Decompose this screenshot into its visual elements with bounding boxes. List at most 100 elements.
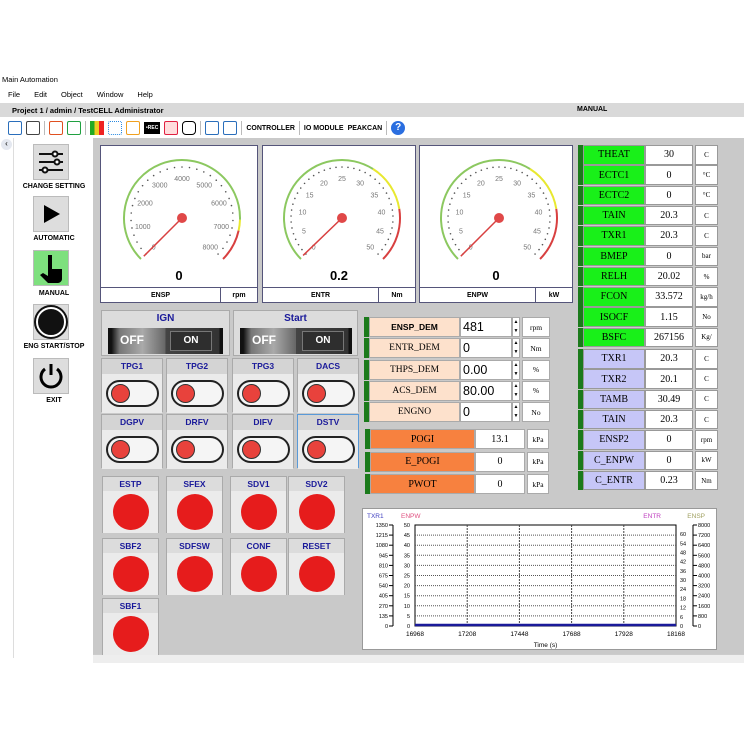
gauge-tick — [294, 238, 297, 241]
tick-label: 405 — [379, 594, 388, 600]
toggle-dgpv[interactable]: DGPV — [101, 414, 163, 469]
change-setting-button[interactable] — [33, 144, 69, 180]
reading-row: ECTC1 0 °C — [578, 165, 718, 185]
monitor-icon[interactable] — [67, 121, 81, 135]
help-icon[interactable]: ? — [391, 121, 406, 135]
toggle-difv[interactable]: DIFV — [232, 414, 294, 469]
gauge-tick — [181, 166, 183, 168]
toggle-drfv[interactable]: DRFV — [166, 414, 228, 469]
spinner[interactable]: ▲ ▼ — [512, 359, 520, 380]
spinner[interactable]: ▲ ▼ — [512, 402, 520, 423]
start-label: Start — [284, 313, 307, 324]
reading-label: TXR1 — [583, 349, 645, 369]
list-settings-icon[interactable] — [26, 121, 40, 135]
toggle-tpg3[interactable]: TPG3 — [232, 358, 294, 413]
list-icon[interactable] — [126, 121, 140, 135]
demand-input[interactable]: 481 — [460, 317, 512, 337]
button-sdv2[interactable]: SDV2 — [288, 476, 345, 533]
gauge-tick — [510, 167, 512, 170]
demand-input[interactable]: 0.00 — [460, 359, 512, 380]
button-sfex[interactable]: SFEX — [166, 476, 223, 533]
menu-help[interactable]: Help — [137, 90, 152, 99]
tick-label: 1215 — [376, 533, 388, 539]
spin-down-icon[interactable]: ▼ — [514, 372, 519, 377]
horizontal-scrollbar[interactable] — [93, 654, 744, 663]
chat-icon[interactable] — [182, 121, 197, 135]
button-reset[interactable]: RESET — [288, 538, 345, 595]
spin-down-icon[interactable]: ▼ — [514, 393, 519, 398]
exit-button[interactable] — [33, 358, 69, 394]
edit-screen-icon[interactable] — [49, 121, 63, 135]
gauge-tick — [392, 221, 394, 223]
spin-down-icon[interactable]: ▼ — [514, 329, 519, 334]
gauge-tick-label: 40 — [535, 210, 543, 217]
toggle-switch[interactable] — [106, 380, 159, 407]
toggle-switch[interactable] — [302, 380, 355, 407]
reading-value: 20.02 — [645, 266, 693, 287]
window-large-icon[interactable] — [223, 121, 238, 135]
spin-up-icon[interactable]: ▲ — [514, 405, 519, 410]
toggle-knob — [176, 440, 195, 459]
automatic-button[interactable] — [33, 196, 69, 232]
reading-unit: C — [695, 205, 718, 226]
menu-object[interactable]: Object — [61, 90, 83, 99]
button-conf[interactable]: CONF — [230, 538, 287, 595]
collapse-sidebar-button[interactable]: ‹ — [1, 139, 12, 150]
menu-window[interactable]: Window — [97, 90, 124, 99]
toggle-switch[interactable] — [237, 380, 290, 407]
toggle-tpg1[interactable]: TPG1 — [101, 358, 163, 413]
spin-up-icon[interactable]: ▲ — [514, 363, 519, 368]
spinner[interactable]: ▲ ▼ — [512, 317, 520, 337]
toggle-tpg2[interactable]: TPG2 — [166, 358, 228, 413]
ign-rocker-switch[interactable]: OFF ON — [108, 328, 223, 354]
peakcan-button[interactable]: PEAKCAN — [348, 125, 383, 132]
log-icon[interactable] — [164, 121, 179, 135]
spin-up-icon[interactable]: ▲ — [514, 341, 519, 346]
toggle-switch[interactable] — [302, 436, 355, 463]
tree-icon[interactable] — [108, 121, 122, 135]
spinner[interactable]: ▲ ▼ — [512, 338, 520, 359]
gauge-tick — [451, 238, 454, 241]
import-icon[interactable] — [8, 121, 22, 135]
gauge-tick — [296, 192, 299, 194]
spin-down-icon[interactable]: ▼ — [514, 414, 519, 419]
red-indicator-icon — [299, 494, 335, 530]
gauge-tick — [220, 184, 223, 187]
spin-down-icon[interactable]: ▼ — [514, 350, 519, 355]
record-button[interactable]: •REC — [144, 122, 161, 134]
spin-up-icon[interactable]: ▲ — [514, 384, 519, 389]
toggle-switch[interactable] — [171, 380, 224, 407]
button-sbf2[interactable]: SBF2 — [102, 538, 159, 595]
gauge-tick — [539, 187, 542, 189]
controller-button[interactable]: CONTROLLER — [246, 125, 295, 132]
bars-icon[interactable] — [90, 121, 104, 135]
spinner[interactable]: ▲ ▼ — [512, 380, 520, 401]
gauge-value: 0 — [492, 268, 500, 283]
spin-up-icon[interactable]: ▲ — [514, 320, 519, 325]
menu-edit[interactable]: Edit — [34, 90, 47, 99]
demand-input[interactable]: 0 — [460, 338, 512, 359]
gauge-tick-label: 45 — [376, 228, 384, 235]
toggle-dstv[interactable]: DSTV — [297, 414, 359, 469]
io-module-button[interactable]: IO MODULE — [304, 125, 344, 132]
menu-file[interactable]: File — [8, 90, 20, 99]
pressure-label: POGI — [370, 429, 475, 449]
manual-button[interactable] — [33, 250, 69, 286]
reading-unit: Kg/ — [695, 327, 718, 348]
gauge-unit: kW — [548, 291, 560, 299]
pressure-row: PWOT 0 kPa — [365, 474, 549, 494]
eng-start-stop-button[interactable] — [33, 304, 69, 340]
button-estp[interactable]: ESTP — [102, 476, 159, 533]
toggle-switch[interactable] — [106, 436, 159, 463]
button-sdfsw[interactable]: SDFSW — [166, 538, 223, 595]
toggle-switch[interactable] — [237, 436, 290, 463]
toggle-dacs[interactable]: DACS — [297, 358, 359, 413]
demand-input[interactable]: 80.00 — [460, 380, 512, 401]
button-sbf1[interactable]: SBF1 — [102, 598, 159, 655]
button-sdv1[interactable]: SDV1 — [230, 476, 287, 533]
demand-input[interactable]: 0 — [460, 402, 512, 423]
gauge-tick — [312, 174, 315, 177]
window-small-icon[interactable] — [205, 121, 220, 135]
start-rocker-switch[interactable]: OFF ON — [240, 328, 352, 354]
toggle-switch[interactable] — [171, 436, 224, 463]
